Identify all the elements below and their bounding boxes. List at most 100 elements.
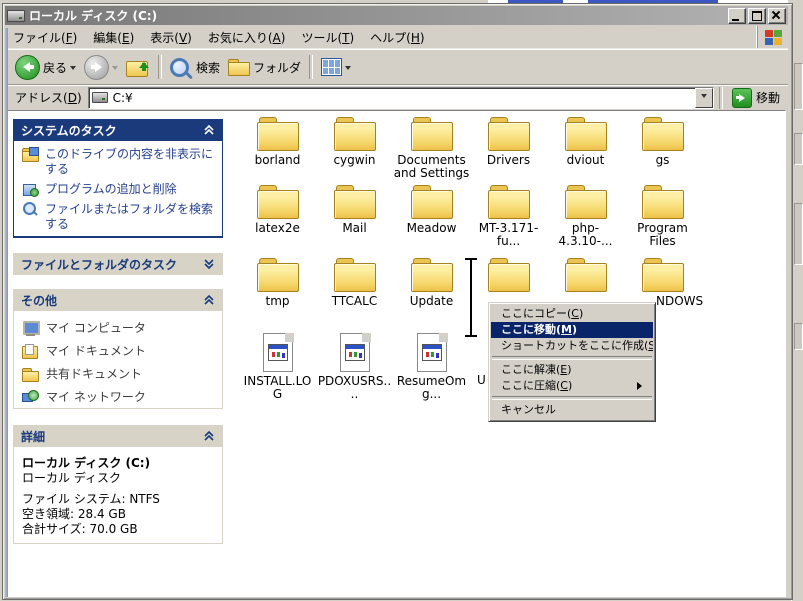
context-menu-create-shortcut-here[interactable]: ショートカットをここに作成(S) — [491, 338, 653, 354]
details-header[interactable]: 詳細 — [13, 425, 223, 447]
menu-favorites[interactable]: お気に入り(A) — [200, 27, 294, 48]
folder-drivers[interactable]: Drivers — [470, 116, 547, 180]
folder-icon — [410, 184, 454, 219]
folder-mt-3171[interactable]: MT-3.171-fu... — [470, 184, 547, 248]
folder-icon — [256, 184, 300, 219]
chevron-up-icon — [203, 431, 215, 441]
title-bar[interactable]: ローカル ディスク (C:) — [5, 6, 788, 25]
other-places-header[interactable]: その他 — [13, 289, 223, 311]
chevron-up-icon — [203, 295, 215, 305]
address-label: アドレス(D) — [9, 89, 88, 106]
chevron-up-icon — [203, 125, 215, 135]
views-button[interactable] — [317, 56, 355, 78]
add-remove-programs-icon — [22, 182, 39, 197]
folder-icon — [564, 116, 608, 151]
place-my-network[interactable]: マイ ネットワーク — [22, 389, 216, 405]
folder-icon — [256, 116, 300, 151]
task-hide-drive-contents[interactable]: このドライブの内容を非表示にする — [22, 147, 216, 177]
maximize-button[interactable] — [748, 8, 766, 24]
file-install-log[interactable]: INSTALL.LOG — [239, 331, 316, 401]
menu-edit[interactable]: 編集(E) — [85, 27, 142, 48]
folder-ttcalc[interactable]: TTCALC — [316, 257, 393, 308]
menu-file[interactable]: ファイル(F) — [5, 27, 85, 48]
folder-icon — [333, 184, 377, 219]
file-icon — [339, 333, 371, 372]
my-documents-icon — [22, 344, 39, 359]
folder-windows-partially-covered[interactable]: NDOWS — [624, 257, 701, 308]
context-menu-cancel[interactable]: キャンセル — [491, 402, 653, 418]
file-resumeomg[interactable]: ResumeOmg... — [393, 331, 470, 401]
folder-icon — [487, 184, 531, 219]
go-button[interactable]: 移動 — [728, 87, 784, 109]
folder-latex2e[interactable]: latex2e — [239, 184, 316, 248]
folder-icon — [410, 116, 454, 151]
toolbar-separator — [719, 87, 723, 109]
my-network-icon — [22, 390, 39, 405]
window-left-border-accent — [5, 28, 8, 597]
background-scrollbar-fragment — [794, 203, 803, 265]
up-button[interactable] — [122, 55, 154, 79]
context-menu-separator — [492, 356, 652, 360]
green-go-arrow-icon — [732, 88, 752, 108]
file-folder-tasks-title: ファイルとフォルダのタスク — [21, 256, 177, 273]
chevron-down-icon — [203, 259, 215, 269]
close-button[interactable] — [768, 8, 786, 24]
place-my-computer[interactable]: マイ コンピュータ — [22, 320, 216, 336]
back-button[interactable]: 戻る — [11, 53, 80, 82]
file-folder-tasks-header[interactable]: ファイルとフォルダのタスク — [13, 253, 223, 275]
folder-update[interactable]: Update — [393, 257, 470, 308]
folder-gs[interactable]: gs — [624, 116, 701, 180]
disk-drive-icon — [7, 10, 25, 22]
task-search-files[interactable]: ファイルまたはフォルダを検索する — [22, 202, 216, 232]
folder-borland[interactable]: borland — [239, 116, 316, 180]
folder-mail[interactable]: Mail — [316, 184, 393, 248]
menu-view[interactable]: 表示(V) — [142, 27, 200, 48]
icon-grid-row-1: borland cygwin Documents and Settings Dr… — [239, 116, 701, 180]
back-dropdown-arrow-icon[interactable] — [70, 66, 76, 73]
menu-help[interactable]: ヘルプ(H) — [362, 27, 432, 48]
explorer-window: ローカル ディスク (C:) ファイル(F) 編集(E) 表示(V) お気に入り… — [2, 3, 793, 600]
details-drive-type: ローカル ディスク — [22, 471, 216, 486]
context-menu-compress-here[interactable]: ここに圧縮(C) — [491, 378, 653, 394]
windows-logo-panel — [757, 26, 788, 48]
folder-meadow[interactable]: Meadow — [393, 184, 470, 248]
folder-cygwin[interactable]: cygwin — [316, 116, 393, 180]
file-label-partially-covered[interactable]: U — [477, 374, 486, 387]
address-combobox[interactable]: C:¥ — [88, 87, 714, 109]
other-places-title: その他 — [21, 292, 57, 309]
toolbar-separator — [309, 55, 313, 79]
minimize-button[interactable] — [728, 8, 746, 24]
folder-tmp[interactable]: tmp — [239, 257, 316, 308]
folder-unlabeled[interactable] — [470, 257, 547, 308]
system-tasks-panel: システムのタスク このドライブの内容を非表示にする プログラムの追加と削除 ファ… — [13, 119, 223, 238]
address-value[interactable]: C:¥ — [113, 91, 695, 105]
shared-documents-icon — [22, 367, 39, 382]
search-label: 検索 — [196, 59, 220, 76]
folder-documents-and-settings[interactable]: Documents and Settings — [393, 116, 470, 180]
folder-php-4310[interactable]: php-4.3.10-... — [547, 184, 624, 248]
address-bar: アドレス(D) C:¥ 移動 — [5, 84, 788, 110]
folder-dviout[interactable]: dviout — [547, 116, 624, 180]
address-dropdown-button[interactable] — [695, 88, 713, 108]
forward-button[interactable] — [80, 53, 122, 82]
details-panel: 詳細 ローカル ディスク (C:) ローカル ディスク ファイル システム: N… — [13, 425, 223, 544]
folder-unlabeled[interactable] — [547, 257, 624, 308]
views-grid-icon — [321, 58, 342, 76]
file-pdoxusrs[interactable]: PDOXUSRS.... — [316, 331, 393, 401]
details-drive-name: ローカル ディスク (C:) — [22, 456, 216, 471]
forward-dropdown-arrow-icon[interactable] — [112, 66, 118, 73]
desktop-background: { "window": { "title": "ローカル ディスク (C:)" … — [0, 0, 803, 601]
disk-drive-icon — [92, 92, 108, 103]
search-button[interactable]: 検索 — [166, 56, 224, 79]
context-menu-move-here[interactable]: ここに移動(M) — [491, 322, 653, 338]
menu-tools[interactable]: ツール(T) — [293, 27, 362, 48]
task-add-remove-programs[interactable]: プログラムの追加と削除 — [22, 182, 216, 197]
views-dropdown-arrow-icon[interactable] — [345, 66, 351, 73]
place-my-documents[interactable]: マイ ドキュメント — [22, 343, 216, 359]
folder-program-files[interactable]: Program Files — [624, 184, 701, 248]
context-menu-copy-here[interactable]: ここにコピー(C) — [491, 306, 653, 322]
context-menu-extract-here[interactable]: ここに解凍(E) — [491, 362, 653, 378]
folders-button[interactable]: フォルダ — [224, 57, 305, 78]
place-shared-documents[interactable]: 共有ドキュメント — [22, 366, 216, 382]
system-tasks-header[interactable]: システムのタスク — [13, 119, 223, 141]
